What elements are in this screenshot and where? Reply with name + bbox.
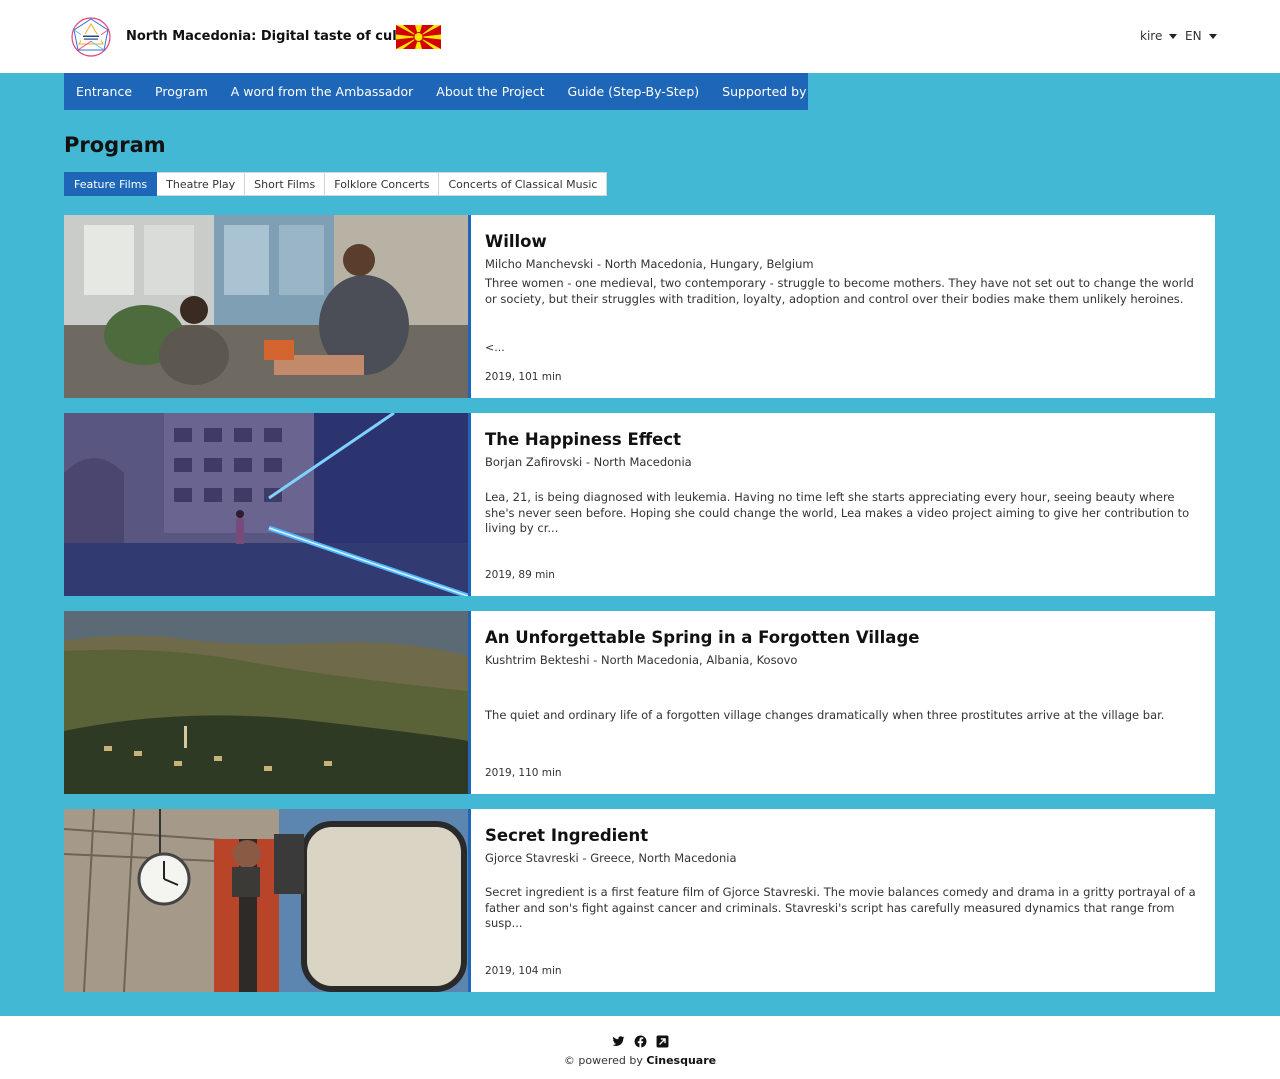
nav-supported-by[interactable]: Supported by bbox=[722, 84, 806, 99]
film-meta: 2019, 110 min bbox=[485, 767, 562, 779]
film-meta: 2019, 104 min bbox=[485, 965, 562, 977]
site-header: North Macedonia: Digital taste of cultur… bbox=[0, 0, 1280, 73]
tab-feature-films[interactable]: Feature Films bbox=[64, 172, 158, 196]
film-title[interactable]: An Unforgettable Spring in a Forgotten V… bbox=[485, 628, 919, 647]
film-title[interactable]: Secret Ingredient bbox=[485, 826, 648, 845]
film-description: Three women - one medieval, two contempo… bbox=[485, 276, 1194, 306]
read-more-marker: <... bbox=[485, 341, 505, 354]
film-card[interactable]: Secret Ingredient Gjorce Stavreski - Gre… bbox=[64, 809, 1215, 992]
film-info: An Unforgettable Spring in a Forgotten V… bbox=[485, 611, 1200, 794]
nav-entrance[interactable]: Entrance bbox=[76, 84, 132, 99]
page-title: Program bbox=[64, 133, 166, 157]
language-dropdown[interactable]: EN bbox=[1185, 29, 1217, 43]
project-logo[interactable] bbox=[70, 16, 112, 58]
caret-down-icon bbox=[1208, 33, 1217, 39]
nav-guide[interactable]: Guide (Step-By-Step) bbox=[567, 84, 699, 99]
north-macedonia-flag bbox=[396, 25, 441, 49]
external-link-icon[interactable] bbox=[656, 1033, 669, 1048]
film-description: Secret ingredient is a first feature fil… bbox=[485, 885, 1196, 930]
film-list: Willow Milcho Manchevski - North Macedon… bbox=[64, 215, 1215, 1007]
user-name: kire bbox=[1140, 29, 1163, 43]
site-title[interactable]: North Macedonia: Digital taste of cultur… bbox=[126, 29, 427, 44]
film-card[interactable]: Willow Milcho Manchevski - North Macedon… bbox=[64, 215, 1215, 398]
film-still bbox=[64, 413, 471, 596]
tab-classical-concerts[interactable]: Concerts of Classical Music bbox=[439, 172, 608, 196]
film-card[interactable]: An Unforgettable Spring in a Forgotten V… bbox=[64, 611, 1215, 794]
facebook-icon[interactable] bbox=[634, 1033, 647, 1048]
film-director: Borjan Zafirovski - North Macedonia bbox=[485, 455, 692, 469]
film-description: Lea, 21, is being diagnosed with leukemi… bbox=[485, 490, 1190, 535]
nav-about-project[interactable]: About the Project bbox=[436, 84, 544, 99]
main-nav: Entrance Program A word from the Ambassa… bbox=[64, 73, 808, 110]
film-info: Secret Ingredient Gjorce Stavreski - Gre… bbox=[485, 809, 1200, 992]
film-still bbox=[64, 809, 471, 992]
language-code: EN bbox=[1185, 29, 1202, 43]
film-title[interactable]: Willow bbox=[485, 232, 547, 251]
film-title[interactable]: The Happiness Effect bbox=[485, 430, 681, 449]
social-links bbox=[612, 1033, 669, 1048]
film-meta: 2019, 89 min bbox=[485, 569, 555, 581]
film-meta: 2019, 101 min bbox=[485, 371, 562, 383]
tab-folklore-concerts[interactable]: Folklore Concerts bbox=[325, 172, 440, 196]
user-dropdown[interactable]: kire bbox=[1140, 29, 1178, 43]
category-tabs: Feature Films Theatre Play Short Films F… bbox=[64, 172, 608, 196]
nav-program[interactable]: Program bbox=[155, 84, 208, 99]
film-director: Kushtrim Bekteshi - North Macedonia, Alb… bbox=[485, 653, 798, 667]
film-description: The quiet and ordinary life of a forgott… bbox=[485, 708, 1165, 722]
powered-by-text: © powered by bbox=[563, 1054, 643, 1067]
tab-short-films[interactable]: Short Films bbox=[245, 172, 326, 196]
main-content: Entrance Program A word from the Ambassa… bbox=[0, 73, 1280, 1016]
film-info: Willow Milcho Manchevski - North Macedon… bbox=[485, 215, 1200, 398]
powered-by: © powered by Cinesquare bbox=[0, 1054, 1280, 1067]
tab-theatre-play[interactable]: Theatre Play bbox=[157, 172, 246, 196]
film-director: Gjorce Stavreski - Greece, North Macedon… bbox=[485, 851, 737, 865]
site-footer: © powered by Cinesquare bbox=[0, 1016, 1280, 1079]
film-info: The Happiness Effect Borjan Zafirovski -… bbox=[485, 413, 1200, 596]
film-director: Milcho Manchevski - North Macedonia, Hun… bbox=[485, 257, 814, 271]
caret-down-icon bbox=[1169, 33, 1178, 39]
film-still bbox=[64, 611, 471, 794]
twitter-icon[interactable] bbox=[612, 1033, 625, 1046]
nav-ambassador[interactable]: A word from the Ambassador bbox=[231, 84, 414, 99]
film-card[interactable]: The Happiness Effect Borjan Zafirovski -… bbox=[64, 413, 1215, 596]
brand-link[interactable]: Cinesquare bbox=[646, 1054, 716, 1067]
film-still bbox=[64, 215, 471, 398]
